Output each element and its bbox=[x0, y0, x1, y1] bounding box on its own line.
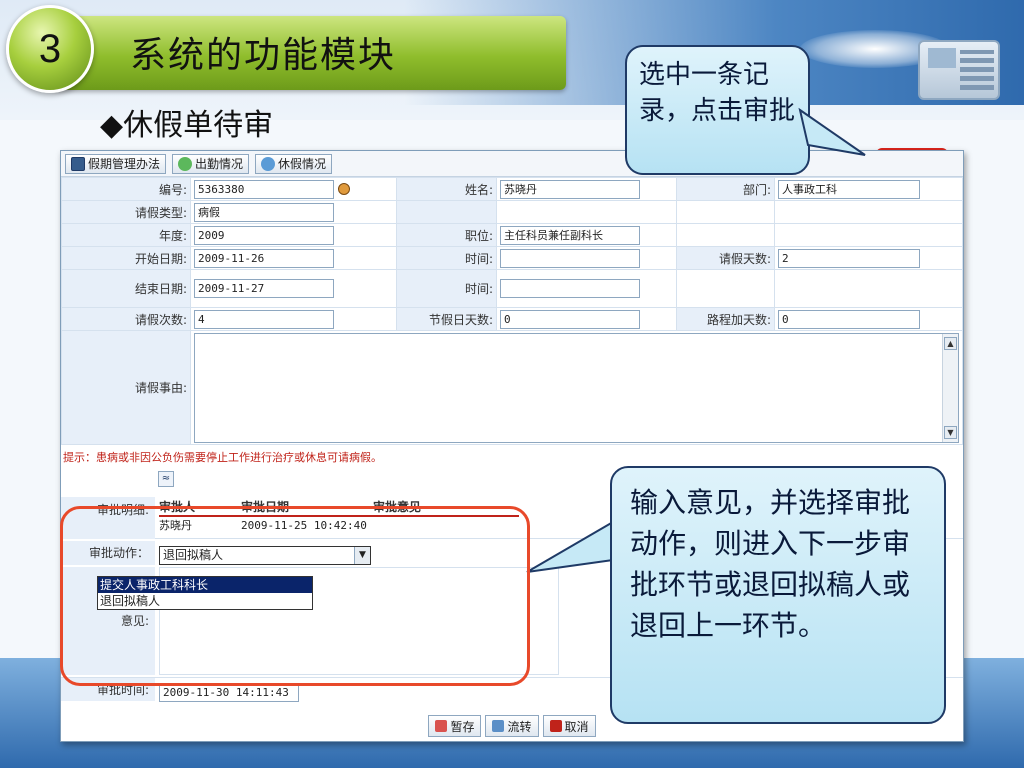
sick-leave-hint: 提示：患病或非因公负伤需要停止工作进行治疗或休息可请病假。 bbox=[63, 451, 382, 464]
section-number-badge: 3 bbox=[6, 5, 94, 93]
forward-button[interactable]: 流转 bbox=[485, 715, 539, 737]
holiday-days-field[interactable]: 0 bbox=[500, 309, 640, 329]
travel-days-label: 路程加天数: bbox=[676, 307, 775, 331]
phone-icon bbox=[918, 40, 1000, 100]
user-lookup-icon[interactable] bbox=[338, 183, 350, 195]
approval-history-header: 审批人 审批日期 审批意见 bbox=[159, 497, 519, 517]
approval-action-label: 审批动作： bbox=[61, 541, 155, 565]
person-icon bbox=[261, 156, 276, 171]
start-date-field[interactable]: 2009-11-26 bbox=[194, 248, 334, 268]
approval-time-field[interactable]: 2009-11-30 14:11:43 bbox=[159, 683, 299, 702]
col-approval-date: 审批日期 bbox=[241, 500, 290, 514]
reason-textarea[interactable]: ▲ ▼ bbox=[194, 332, 959, 443]
dept-field[interactable]: 人事政工科 bbox=[778, 179, 920, 199]
col-approver: 审批人 bbox=[159, 500, 196, 514]
slide-subtitle: ◆休假单待审 bbox=[100, 108, 274, 143]
id-label: 编号: bbox=[61, 177, 191, 201]
travel-days-field[interactable]: 0 bbox=[778, 309, 920, 329]
start-time-label: 时间: bbox=[396, 246, 497, 270]
dropdown-option[interactable]: 退回拟稿人 bbox=[98, 593, 312, 609]
position-field[interactable]: 主任科员兼任副科长 bbox=[500, 225, 640, 245]
callout-approval-instructions: 输入意见，并选择审批动作，则进入下一步审批环节或退回拟稿人或退回上一环节。 bbox=[610, 466, 946, 724]
name-label: 姓名: bbox=[396, 177, 497, 201]
position-label: 职位: bbox=[396, 223, 497, 247]
chevron-down-icon[interactable]: ▼ bbox=[354, 546, 370, 564]
leave-status-button[interactable]: 休假情况 bbox=[255, 153, 333, 174]
save-draft-label: 暂存 bbox=[450, 719, 475, 734]
collapse-icon[interactable]: ≈ bbox=[158, 471, 174, 487]
end-time-label: 时间: bbox=[396, 269, 497, 308]
col-approval-opinion: 审批意见 bbox=[373, 500, 422, 514]
leave-policy-label: 假期管理办法 bbox=[88, 157, 161, 171]
approval-action-value: 退回拟稿人 bbox=[163, 548, 224, 562]
leave-days-label: 请假天数: bbox=[676, 246, 775, 270]
approval-detail-label: 审批明细: bbox=[61, 497, 155, 539]
type-field[interactable]: 病假 bbox=[194, 202, 334, 222]
end-time-field[interactable] bbox=[500, 279, 640, 298]
people-icon bbox=[178, 156, 193, 171]
dept-label: 部门: bbox=[676, 177, 775, 201]
save-draft-button[interactable]: 暂存 bbox=[428, 715, 482, 737]
cancel-label: 取消 bbox=[564, 719, 589, 734]
approval-action-dropdown[interactable]: 提交人事政工科科长 退回拟稿人 bbox=[97, 576, 313, 610]
scroll-up-arrow-icon[interactable]: ▲ bbox=[944, 336, 957, 350]
leave-status-label: 休假情况 bbox=[278, 157, 327, 171]
start-time-field[interactable] bbox=[500, 248, 640, 268]
attendance-label: 出勤情况 bbox=[195, 157, 244, 171]
attendance-button[interactable]: 出勤情况 bbox=[172, 153, 250, 174]
save-icon bbox=[435, 720, 448, 732]
leave-count-label: 请假次数: bbox=[61, 307, 191, 331]
callout-bottom-text: 输入意见，并选择审批动作，则进入下一步审批环节或退回拟稿人或退回上一环节。 bbox=[630, 486, 911, 642]
forward-label: 流转 bbox=[507, 719, 532, 734]
edit-icon bbox=[71, 156, 85, 171]
name-field[interactable]: 苏晓丹 bbox=[500, 179, 640, 199]
reason-scrollbar[interactable]: ▲ ▼ bbox=[942, 333, 958, 442]
start-date-label: 开始日期: bbox=[61, 246, 191, 270]
flow-icon bbox=[492, 720, 505, 732]
leave-policy-button[interactable]: 假期管理办法 bbox=[65, 153, 167, 174]
leave-form-grid: 编号: 5363380 姓名: 苏晓丹 部门: 人事政工科 请假类型: 病假 年… bbox=[61, 177, 963, 445]
cancel-button[interactable]: 取消 bbox=[542, 715, 596, 737]
close-icon bbox=[549, 720, 562, 732]
leave-days-field[interactable]: 2 bbox=[778, 248, 920, 268]
end-date-label: 结束日期: bbox=[61, 269, 191, 308]
approval-history-row: 苏晓丹 2009-11-25 10:42:40 bbox=[159, 517, 519, 535]
slide-title: 系统的功能模块 bbox=[130, 35, 397, 76]
callout-top-text: 选中一条记录，点击审批 bbox=[639, 60, 796, 126]
id-field[interactable]: 5363380 bbox=[194, 179, 334, 199]
leave-count-field[interactable]: 4 bbox=[194, 309, 334, 329]
approval-action-select[interactable]: 退回拟稿人 ▼ bbox=[159, 545, 371, 565]
holiday-days-label: 节假日天数: bbox=[396, 307, 497, 331]
callout-top-tail bbox=[798, 107, 866, 156]
year-field[interactable]: 2009 bbox=[194, 225, 334, 245]
type-label: 请假类型: bbox=[61, 200, 191, 224]
history-approver: 苏晓丹 bbox=[159, 519, 192, 532]
dropdown-option[interactable]: 提交人事政工科科长 bbox=[98, 577, 312, 593]
end-date-field[interactable]: 2009-11-27 bbox=[194, 279, 334, 298]
history-date: 2009-11-25 10:42:40 bbox=[241, 519, 367, 532]
approval-time-label: 审批时间: bbox=[61, 678, 155, 701]
year-label: 年度: bbox=[61, 223, 191, 247]
scroll-down-arrow-icon[interactable]: ▼ bbox=[944, 425, 957, 439]
reason-label: 请假事由: bbox=[61, 330, 191, 445]
